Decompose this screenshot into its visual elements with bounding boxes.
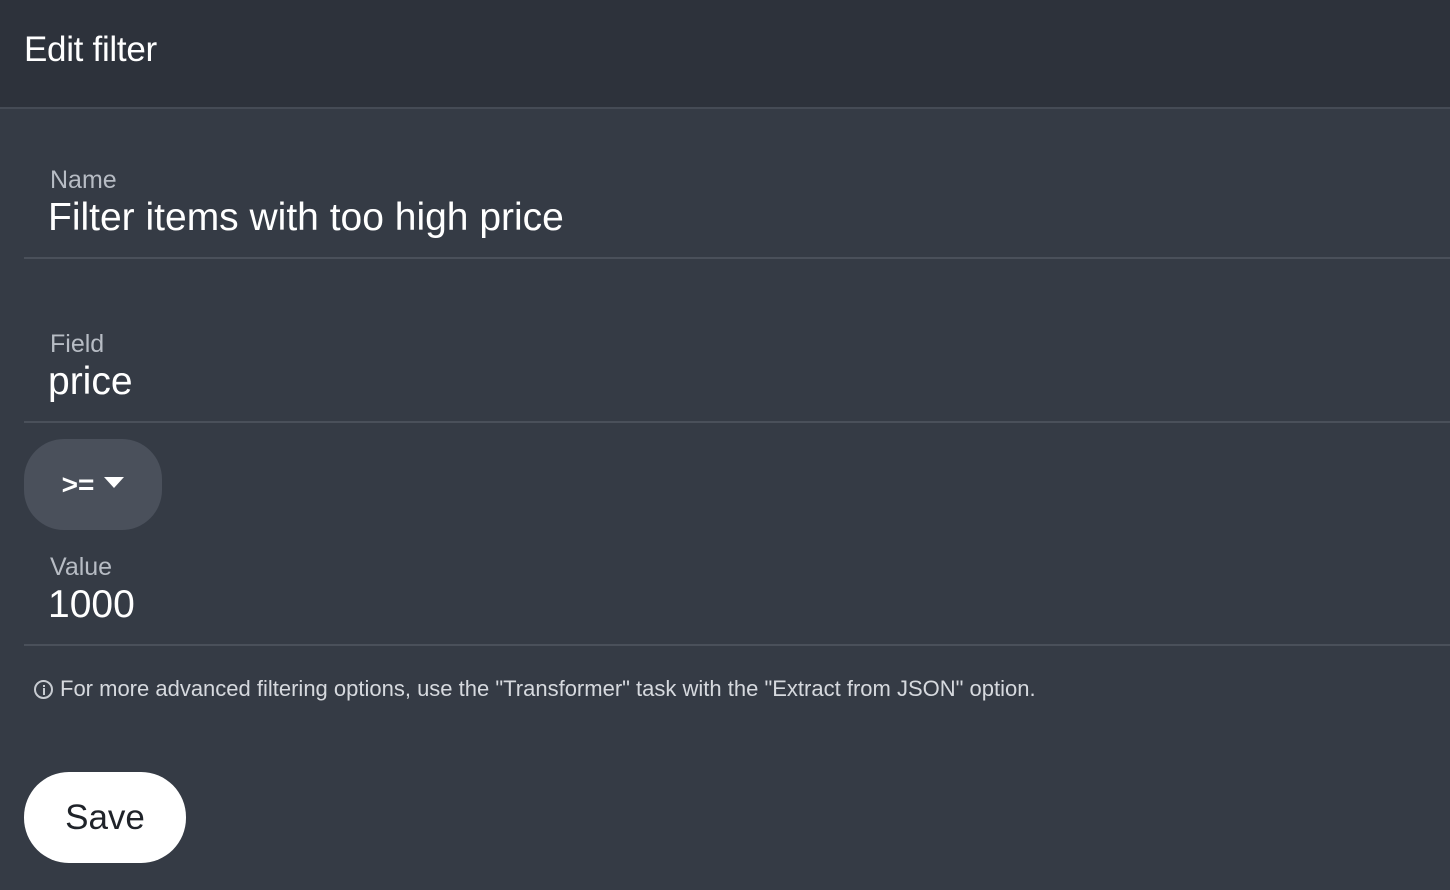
name-label: Name xyxy=(50,166,117,194)
operator-dropdown[interactable]: >= xyxy=(24,439,162,530)
value-input[interactable] xyxy=(48,582,1428,628)
value-label: Value xyxy=(50,553,113,581)
operator-selected-value: >= xyxy=(61,468,95,500)
dialog-header: Edit filter xyxy=(0,0,1450,109)
advanced-filter-hint: For more advanced filtering options, use… xyxy=(34,676,1036,702)
caret-down-icon xyxy=(104,477,125,488)
field-input[interactable] xyxy=(48,359,1428,405)
value-field[interactable]: Value xyxy=(24,537,1450,646)
name-input[interactable] xyxy=(48,195,1428,241)
field-field[interactable]: Field xyxy=(24,314,1450,423)
field-label: Field xyxy=(50,330,105,358)
hint-text: For more advanced filtering options, use… xyxy=(60,676,1036,701)
name-field[interactable]: Name xyxy=(24,150,1450,259)
save-button[interactable]: Save xyxy=(24,772,186,863)
page-title: Edit filter xyxy=(24,30,157,69)
info-icon xyxy=(34,679,53,699)
